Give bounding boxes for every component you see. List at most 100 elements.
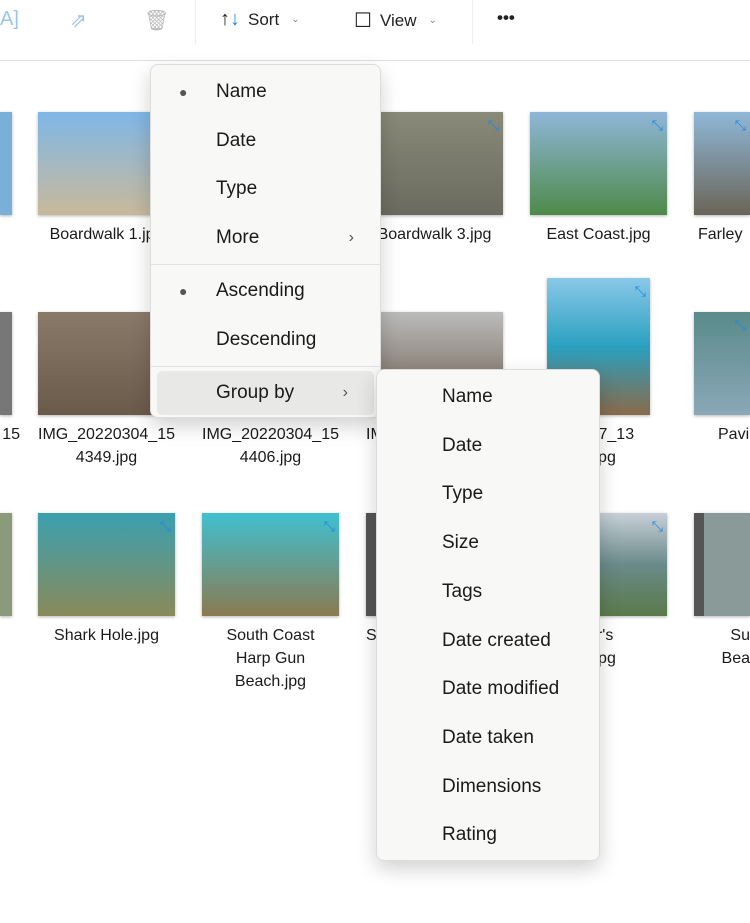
- view-label: View: [379, 10, 417, 30]
- menu-item-label: Type: [216, 178, 258, 200]
- shrink-icon: ⤡: [634, 283, 646, 299]
- thumbnail: ⤡: [530, 112, 667, 215]
- selected-dot-icon: ●: [179, 84, 188, 100]
- file-label: Su Bea: [694, 624, 750, 670]
- menu-item-label: Date modified: [442, 678, 560, 700]
- file-label: 15: [2, 426, 20, 443]
- share-icon: ⇗: [70, 10, 87, 32]
- group-by-item[interactable]: Group by ›: [157, 371, 374, 415]
- divider: [195, 0, 196, 44]
- thumbnail: ⤡: [38, 513, 175, 616]
- trash-icon: 🗑: [144, 10, 170, 32]
- more-options-button[interactable]: •••: [497, 8, 515, 28]
- shrink-icon: ⤡: [734, 117, 746, 133]
- divider: [472, 0, 473, 44]
- command-bar: A] ⇗ 🗑 ↑↓ Sort ⌄ ☐ View ⌄ •••: [0, 0, 750, 61]
- file-label: East Coast.jpg: [530, 223, 667, 246]
- group-by-type[interactable]: Type: [377, 472, 599, 516]
- sort-by-date[interactable]: Date: [151, 119, 380, 163]
- chevron-right-icon: ›: [342, 384, 348, 401]
- menu-item-label: Date: [442, 434, 483, 456]
- file-tile[interactable]: ⤡ Shark Hole.jpg: [38, 513, 175, 647]
- label-line: 4349.jpg: [75, 449, 138, 466]
- file-label: South Coast Harp Gun Beach.jpg: [202, 624, 339, 693]
- group-by-dimensions[interactable]: Dimensions: [377, 765, 599, 809]
- sort-by-type[interactable]: Type: [151, 167, 380, 211]
- label-line: Harp Gun: [235, 650, 306, 667]
- label-line: Shark Hole.jpg: [54, 627, 159, 644]
- share-button[interactable]: ⇗: [70, 8, 87, 33]
- menu-item-label: Name: [216, 81, 267, 102]
- chevron-down-icon: ⌄: [291, 14, 300, 25]
- menu-item-label: Tags: [442, 580, 483, 602]
- order-ascending[interactable]: ● Ascending: [151, 269, 380, 313]
- label-line: Boardwalk 1.jpg: [49, 226, 164, 243]
- thumbnail: ⤡: [366, 112, 503, 215]
- thumbnail: ⤡: [694, 112, 750, 215]
- group-by-size[interactable]: Size: [377, 521, 599, 565]
- menu-item-label: Rating: [442, 824, 497, 846]
- file-label: IMG_20220304_15 4406.jpg: [202, 423, 339, 469]
- thumbnail: [0, 112, 12, 215]
- rename-icon: A]: [0, 8, 19, 30]
- label-line: Boardwalk 3.jpg: [377, 226, 492, 243]
- menu-item-label: Date created: [442, 629, 551, 651]
- sort-label: Sort: [248, 9, 280, 29]
- group-by-tags[interactable]: Tags: [377, 570, 599, 614]
- label-line: Beach.jpg: [234, 673, 307, 690]
- file-label: IMG_20220304_15 4349.jpg: [38, 423, 175, 469]
- menu-item-label: Descending: [216, 328, 317, 350]
- file-tile[interactable]: ⤡ East Coast.jpg: [530, 112, 667, 246]
- shrink-icon: ⤡: [323, 518, 335, 534]
- group-by-submenu: Name Date Type Size Tags Date created Date mod…: [376, 369, 600, 861]
- group-by-date[interactable]: Date: [377, 424, 599, 468]
- menu-item-label: Dimensions: [442, 775, 542, 797]
- file-label: Shark Hole.jpg: [38, 624, 175, 647]
- file-tile[interactable]: ⤡ Boardwalk 3.jpg: [366, 112, 503, 246]
- thumbnail: ⤡: [202, 513, 339, 616]
- group-by-date-taken[interactable]: Date taken: [377, 716, 599, 760]
- group-by-date-modified[interactable]: Date modified: [377, 667, 599, 711]
- sort-button[interactable]: ↑↓ Sort ⌄: [220, 8, 300, 31]
- sort-menu: ● Name Date Type More › ● Ascending Descending Gr…: [150, 64, 381, 418]
- group-by-date-created[interactable]: Date created: [377, 619, 599, 663]
- shrink-icon: ⤡: [487, 117, 499, 133]
- view-button[interactable]: ☐ View ⌄: [354, 8, 437, 33]
- file-tile[interactable]: ⤡ Pavi: [694, 312, 750, 446]
- file-tile[interactable]: [0, 112, 20, 215]
- order-descending[interactable]: Descending: [151, 318, 380, 362]
- selected-dot-icon: ●: [179, 283, 188, 299]
- shrink-icon: ⤡: [734, 317, 746, 333]
- video-thumbnail: [694, 513, 750, 616]
- file-tile[interactable]: 15: [0, 312, 20, 446]
- label-line: South Coast: [226, 627, 315, 644]
- shrink-icon: ⤡: [159, 518, 171, 534]
- video-tile[interactable]: Su Bea: [694, 513, 750, 670]
- file-label: Boardwalk 3.jpg: [366, 223, 503, 246]
- group-by-rating[interactable]: Rating: [377, 813, 599, 857]
- file-tile[interactable]: ⤡ South Coast Harp Gun Beach.jpg: [202, 513, 339, 693]
- label-line: Bea: [721, 650, 750, 667]
- thumbnail: ⤡: [694, 312, 750, 415]
- label-line: Farley: [698, 226, 743, 243]
- view-icon: ☐: [354, 10, 372, 32]
- file-tile[interactable]: [0, 513, 20, 616]
- sort-by-name[interactable]: ● Name: [151, 70, 380, 114]
- file-tile[interactable]: ⤡ Farley: [694, 112, 750, 246]
- shrink-icon: ⤡: [651, 518, 663, 534]
- chevron-down-icon: ⌄: [428, 15, 437, 26]
- delete-button[interactable]: 🗑: [144, 8, 169, 33]
- group-by-name[interactable]: Name: [377, 375, 599, 419]
- label-line: Su: [730, 627, 750, 644]
- rename-button[interactable]: A]: [0, 8, 19, 31]
- menu-item-label: Size: [442, 532, 479, 554]
- separator: [151, 264, 380, 265]
- sort-by-more[interactable]: More ›: [151, 216, 380, 260]
- label-line: 4406.jpg: [239, 449, 302, 466]
- shrink-icon: ⤡: [651, 117, 663, 133]
- menu-item-label: Date taken: [442, 726, 534, 748]
- file-label: Farley: [694, 223, 750, 246]
- thumbnail: [0, 513, 12, 616]
- menu-item-label: Name: [442, 386, 493, 407]
- chevron-right-icon: ›: [348, 229, 354, 247]
